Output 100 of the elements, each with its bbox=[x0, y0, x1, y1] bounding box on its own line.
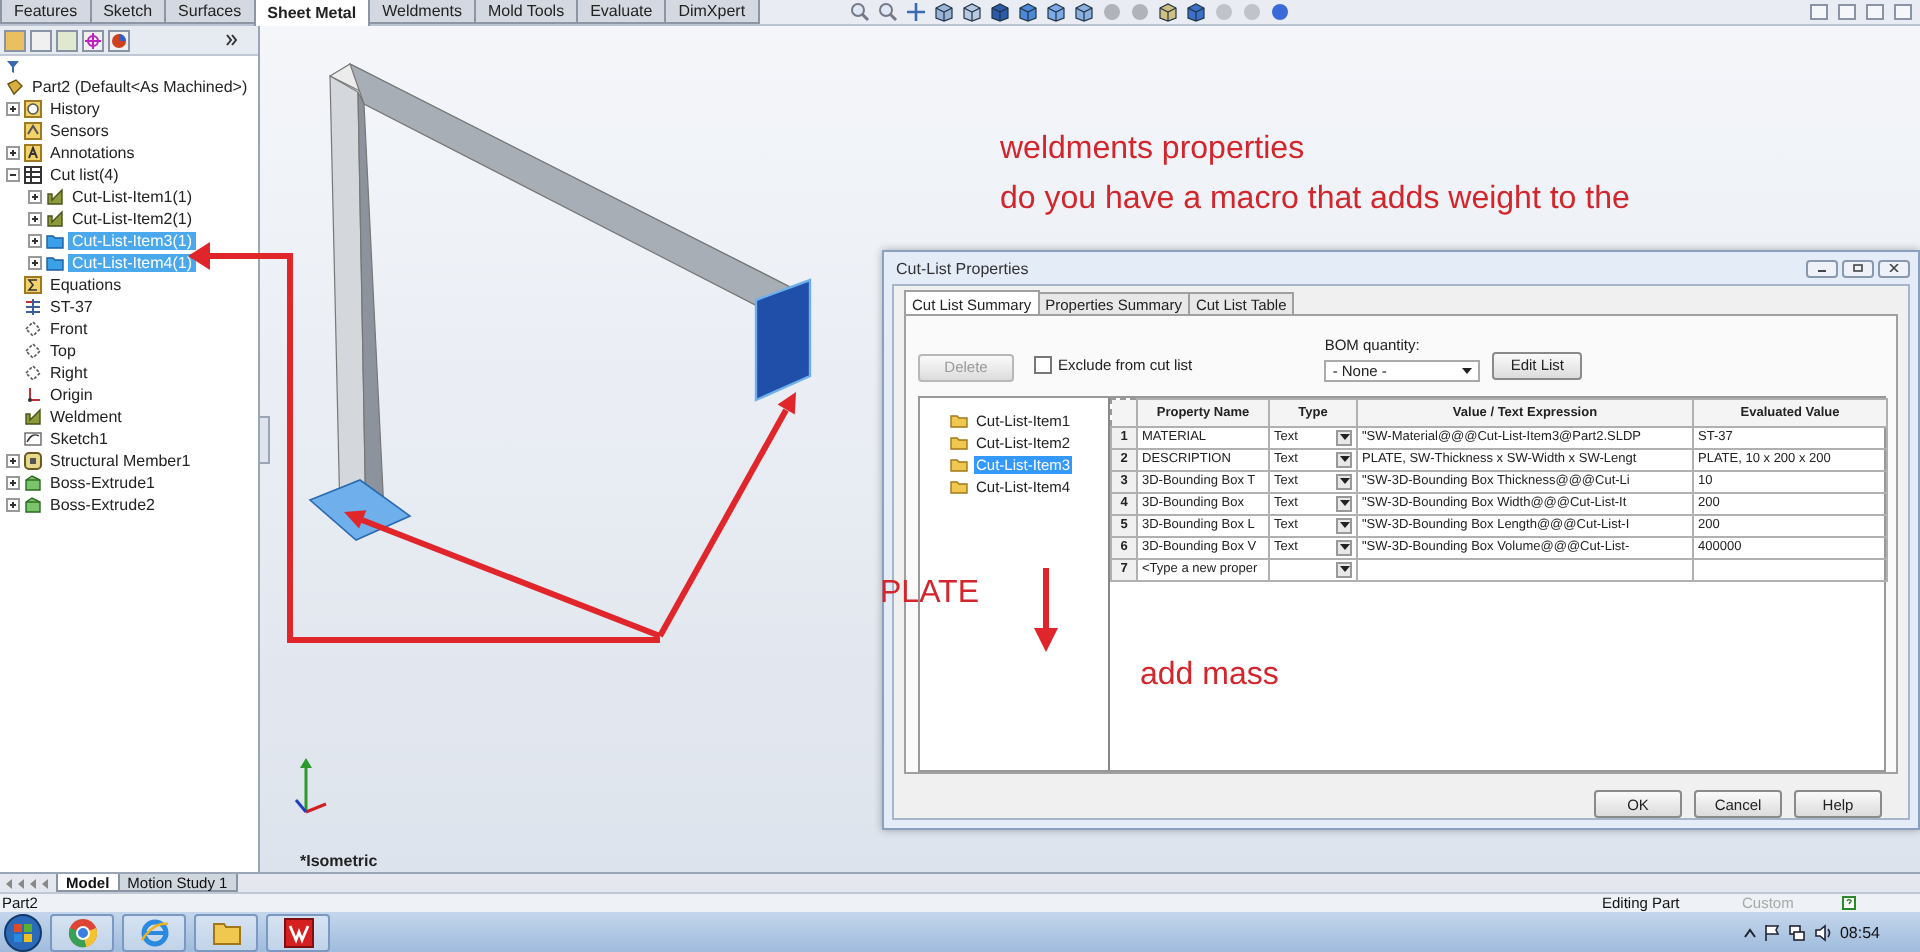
tree-item[interactable]: Cut list(4) bbox=[46, 166, 123, 184]
tree-item[interactable]: Boss-Extrude2 bbox=[46, 496, 159, 514]
axis-triad-icon bbox=[294, 756, 330, 816]
appearance-icon[interactable] bbox=[108, 29, 130, 51]
sphere-icon[interactable] bbox=[1269, 2, 1290, 22]
expand-toggle-icon[interactable] bbox=[28, 212, 42, 226]
tree-item[interactable]: History bbox=[46, 100, 104, 118]
annotation-icon bbox=[24, 144, 42, 162]
magnifier-icon[interactable] bbox=[877, 2, 898, 22]
browser-circle-icon bbox=[67, 917, 97, 947]
dropdown-button[interactable] bbox=[1336, 451, 1352, 468]
panel-resize-handle[interactable] bbox=[260, 416, 270, 464]
dropdown-button[interactable] bbox=[1336, 495, 1352, 512]
command-tab[interactable]: Weldments bbox=[368, 0, 476, 24]
expand-toggle-icon[interactable] bbox=[6, 102, 20, 116]
minimize-icon bbox=[1816, 264, 1828, 272]
tree-item[interactable]: Sensors bbox=[46, 122, 113, 140]
tree-item[interactable]: Origin bbox=[46, 386, 97, 404]
feature-manager-icon[interactable] bbox=[4, 29, 26, 51]
expand-toggle-icon[interactable] bbox=[6, 454, 20, 468]
weldment-icon bbox=[24, 408, 42, 426]
cube-icon[interactable] bbox=[989, 2, 1010, 22]
cube-icon[interactable] bbox=[933, 2, 954, 22]
sensor-icon bbox=[24, 122, 42, 140]
maximize-button[interactable] bbox=[1842, 259, 1874, 277]
caret-icon bbox=[1339, 544, 1349, 551]
expand-toggle-icon[interactable] bbox=[6, 146, 20, 160]
tree-item[interactable]: Cut-List-Item2(1) bbox=[68, 210, 197, 228]
command-tab[interactable]: Features bbox=[0, 0, 92, 24]
magnifier-icon[interactable] bbox=[849, 2, 870, 22]
tree-item[interactable]: Equations bbox=[46, 276, 126, 294]
cube-icon[interactable] bbox=[961, 2, 982, 22]
cube-icon[interactable] bbox=[1017, 2, 1038, 22]
cube-icon[interactable] bbox=[1073, 2, 1094, 22]
close-button[interactable] bbox=[1878, 259, 1910, 277]
material-icon bbox=[24, 298, 42, 316]
cube-icon[interactable] bbox=[1045, 2, 1066, 22]
command-tab[interactable]: Surfaces bbox=[164, 0, 256, 24]
flag-icon[interactable] bbox=[1763, 923, 1780, 941]
equation-icon bbox=[24, 276, 42, 294]
cube-icon[interactable] bbox=[1185, 2, 1206, 22]
expand-toggle-icon[interactable] bbox=[6, 498, 20, 512]
restore-button[interactable] bbox=[1894, 4, 1912, 20]
checkbox[interactable] bbox=[1034, 355, 1052, 374]
annotation-note: add mass bbox=[1140, 658, 1279, 694]
app-logo-icon bbox=[283, 917, 313, 947]
tree-item[interactable]: Right bbox=[46, 364, 92, 382]
crosshair-icon[interactable] bbox=[82, 29, 104, 51]
caret-icon bbox=[1339, 478, 1349, 485]
expand-toggle-icon[interactable] bbox=[28, 190, 42, 204]
expand-chevron-icon[interactable] bbox=[226, 34, 238, 46]
caret-icon bbox=[1339, 456, 1349, 463]
tree-item[interactable]: Part2 (Default<As Machined>) bbox=[28, 78, 252, 96]
part-icon bbox=[6, 78, 24, 96]
command-tab[interactable]: DimXpert bbox=[664, 0, 760, 24]
tree-item[interactable]: Front bbox=[46, 320, 92, 338]
collapse-toggle-icon[interactable] bbox=[6, 168, 20, 182]
start-orb-icon[interactable] bbox=[4, 913, 42, 951]
dropdown-button[interactable] bbox=[1336, 561, 1352, 578]
caret-icon bbox=[1339, 500, 1349, 507]
tree-item[interactable]: Annotations bbox=[46, 144, 139, 162]
tree-item[interactable]: Weldment bbox=[46, 408, 126, 426]
annotation-note: do you have a macro that adds weight to the bbox=[1000, 182, 1630, 218]
show-hidden-icons-icon[interactable] bbox=[1743, 927, 1756, 937]
sketch-icon bbox=[24, 430, 42, 448]
expand-toggle-icon[interactable] bbox=[28, 234, 42, 248]
folder-icon bbox=[211, 917, 241, 947]
tree-item[interactable]: Sketch1 bbox=[46, 430, 112, 448]
move-arrows-icon[interactable] bbox=[905, 2, 926, 22]
speaker-icon[interactable] bbox=[1813, 923, 1832, 941]
network-icon[interactable] bbox=[1787, 923, 1806, 941]
expand-toggle-icon[interactable] bbox=[6, 476, 20, 490]
minimize-button[interactable] bbox=[1806, 259, 1838, 277]
tree-item[interactable]: Boss-Extrude1 bbox=[46, 474, 159, 492]
command-tab[interactable]: Evaluate bbox=[576, 0, 667, 24]
help-icon[interactable] bbox=[1842, 896, 1856, 910]
expand-toggle-icon[interactable] bbox=[28, 256, 42, 270]
command-tab[interactable]: Sheet Metal bbox=[253, 0, 371, 28]
cube-icon[interactable] bbox=[1157, 2, 1178, 22]
dropdown-button[interactable] bbox=[1336, 517, 1352, 534]
close-icon bbox=[1888, 264, 1900, 272]
annotation-note: PLATE bbox=[880, 576, 979, 612]
dropdown-button[interactable] bbox=[1336, 473, 1352, 490]
configuration-manager-icon[interactable] bbox=[56, 29, 78, 51]
dropdown-button[interactable] bbox=[1336, 539, 1352, 556]
clock-icon bbox=[24, 100, 42, 118]
property-manager-icon[interactable] bbox=[30, 29, 52, 51]
tree-item[interactable]: ST-37 bbox=[46, 298, 97, 316]
view-orientation-label: *Isometric bbox=[300, 852, 378, 870]
cut-list-icon bbox=[24, 166, 42, 184]
command-tab[interactable]: Mold Tools bbox=[473, 0, 579, 24]
browser-globe-icon bbox=[139, 917, 169, 947]
tree-item[interactable]: Structural Member1 bbox=[46, 452, 195, 470]
command-tab[interactable]: Sketch bbox=[89, 0, 167, 24]
caret-icon bbox=[1339, 434, 1349, 441]
tree-item[interactable]: Top bbox=[46, 342, 80, 360]
tree-item[interactable]: Cut-List-Item1(1) bbox=[68, 188, 197, 206]
dropdown-button[interactable] bbox=[1336, 429, 1352, 446]
taskbar-button[interactable] bbox=[266, 913, 330, 951]
taskbar-clock[interactable]: 08:54 bbox=[1839, 923, 1880, 941]
